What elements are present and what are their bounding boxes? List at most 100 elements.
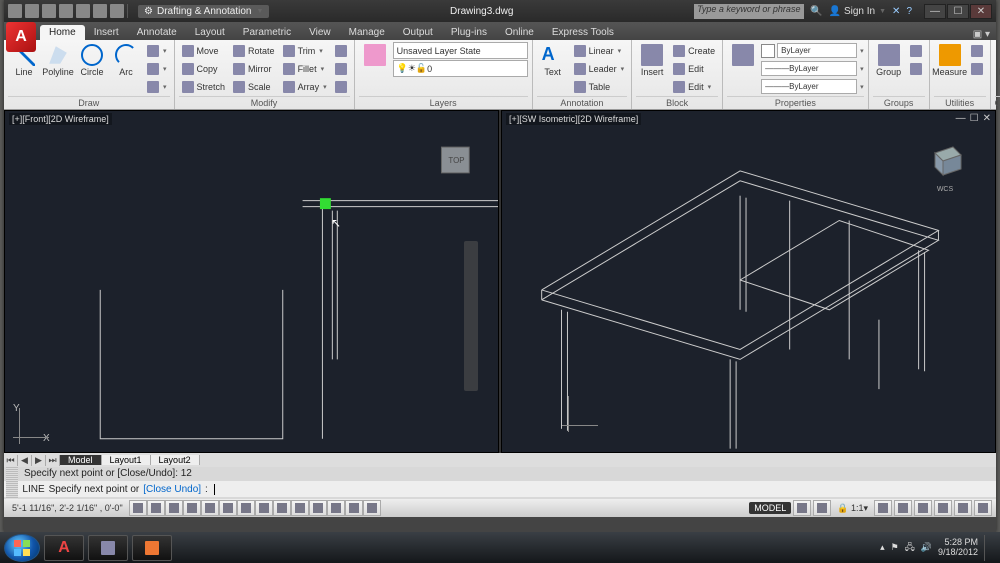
sb-r3[interactable]: [874, 500, 892, 516]
qat-redo-icon[interactable]: [110, 4, 124, 18]
app-menu-button[interactable]: A: [6, 22, 36, 52]
group-button[interactable]: Group: [873, 42, 905, 77]
sb-r5[interactable]: [914, 500, 932, 516]
insert-button[interactable]: Insert: [636, 42, 668, 77]
tpy-toggle[interactable]: [309, 500, 327, 516]
sb-r6[interactable]: [934, 500, 952, 516]
modify-misc3[interactable]: [332, 78, 350, 95]
tray-vol-icon[interactable]: 🔊: [921, 542, 932, 553]
polyline-button[interactable]: Polyline: [42, 42, 74, 77]
tab-home[interactable]: Home: [40, 25, 85, 40]
panel-draw-label[interactable]: Draw: [8, 96, 170, 109]
edit-block-button[interactable]: Edit: [670, 60, 718, 77]
exchange-icon[interactable]: ✕: [892, 6, 900, 17]
viewport-left[interactable]: [+][Front][2D Wireframe] TOP YX ↖: [4, 110, 499, 453]
qat-undo-icon[interactable]: [93, 4, 107, 18]
am-toggle[interactable]: [363, 500, 381, 516]
draw-misc3[interactable]: ▾: [144, 78, 170, 95]
scale-button[interactable]: Scale: [230, 78, 278, 95]
qat-plot-icon[interactable]: [76, 4, 90, 18]
otrack-toggle[interactable]: [237, 500, 255, 516]
group-misc2[interactable]: [907, 60, 925, 77]
match-prop-button[interactable]: [727, 42, 759, 66]
qat-save-icon[interactable]: [42, 4, 56, 18]
coordinates[interactable]: 5'-1 11/16", 2'-2 1/16" , 0'-0": [8, 503, 127, 513]
layout-tab-model[interactable]: Model: [60, 455, 102, 465]
tab-output[interactable]: Output: [394, 25, 442, 40]
lineweight-dropdown[interactable]: ——— ByLayer▾: [761, 60, 864, 77]
tab-insert[interactable]: Insert: [85, 25, 128, 40]
qp-toggle[interactable]: [327, 500, 345, 516]
sb-r2[interactable]: [813, 500, 831, 516]
linetype-dropdown[interactable]: ——— ByLayer▾: [761, 78, 864, 95]
sb-r7[interactable]: [954, 500, 972, 516]
minimize-button[interactable]: —: [924, 4, 946, 19]
tab-layout[interactable]: Layout: [186, 25, 234, 40]
array-button[interactable]: Array▾: [280, 78, 330, 95]
show-desktop-button[interactable]: [984, 535, 990, 561]
tab-manage[interactable]: Manage: [340, 25, 394, 40]
create-block-button[interactable]: Create: [670, 42, 718, 59]
tab-annotate[interactable]: Annotate: [128, 25, 186, 40]
qat-saveas-icon[interactable]: [59, 4, 73, 18]
layer-state-dropdown[interactable]: Unsaved Layer State: [393, 42, 528, 59]
task-autocad[interactable]: A: [44, 535, 84, 561]
util-misc2[interactable]: [968, 60, 986, 77]
move-button[interactable]: Move: [179, 42, 229, 59]
viewport-right[interactable]: [+][SW Isometric][2D Wireframe] — ☐ ✕: [501, 110, 996, 453]
cmd-grip-icon[interactable]: [6, 467, 18, 499]
paste-button[interactable]: Paste: [995, 42, 1000, 77]
util-misc1[interactable]: [968, 42, 986, 59]
tab-online[interactable]: Online: [496, 25, 543, 40]
leader-button[interactable]: Leader▾: [571, 60, 628, 77]
lwt-toggle[interactable]: [291, 500, 309, 516]
circle-button[interactable]: Circle: [76, 42, 108, 77]
polar-toggle[interactable]: [183, 500, 201, 516]
close-button[interactable]: ✕: [970, 4, 992, 19]
osnap3d-toggle[interactable]: [219, 500, 237, 516]
tab-view[interactable]: View: [300, 25, 340, 40]
panel-layers-label[interactable]: Layers: [359, 96, 528, 109]
panel-groups-label[interactable]: Groups: [873, 96, 925, 109]
task-app3[interactable]: [132, 535, 172, 561]
arc-button[interactable]: Arc: [110, 42, 142, 77]
snap-toggle[interactable]: [129, 500, 147, 516]
tab-express[interactable]: Express Tools: [543, 25, 623, 40]
search-icon[interactable]: 🔍: [810, 6, 822, 17]
ribbon-collapse-icon[interactable]: ▣ ▾: [967, 29, 996, 40]
panel-clipboard-label[interactable]: Clipboard: [995, 96, 1000, 109]
command-line[interactable]: ↙ LINE Specify next point or [Close Undo…: [4, 481, 996, 497]
text-button[interactable]: AText: [537, 42, 569, 77]
color-dropdown[interactable]: ByLayer▾: [761, 42, 864, 59]
sb-r8[interactable]: [974, 500, 992, 516]
tray-up-icon[interactable]: ▴: [880, 542, 885, 553]
draw-misc2[interactable]: ▾: [144, 60, 170, 77]
modify-misc1[interactable]: [332, 42, 350, 59]
linear-dim-button[interactable]: Linear▾: [571, 42, 628, 59]
tab-plugins[interactable]: Plug-ins: [442, 25, 496, 40]
fillet-button[interactable]: Fillet▾: [280, 60, 330, 77]
model-space-button[interactable]: MODEL: [749, 502, 791, 514]
tray-flag-icon[interactable]: ⚑: [891, 542, 899, 553]
clock[interactable]: 5:28 PM 9/18/2012: [938, 538, 978, 558]
stretch-button[interactable]: Stretch: [179, 78, 229, 95]
panel-properties-label[interactable]: Properties: [727, 96, 864, 109]
panel-utilities-label[interactable]: Utilities: [934, 96, 986, 109]
group-misc1[interactable]: [907, 42, 925, 59]
panel-modify-label[interactable]: Modify: [179, 96, 350, 109]
dyn-toggle[interactable]: [273, 500, 291, 516]
viewcube[interactable]: WCS: [925, 141, 965, 181]
osnap-toggle[interactable]: [201, 500, 219, 516]
search-input[interactable]: Type a keyword or phrase: [694, 4, 804, 19]
sb-r1[interactable]: [793, 500, 811, 516]
layout-tab-1[interactable]: Layout1: [102, 455, 151, 465]
tab-parametric[interactable]: Parametric: [234, 25, 300, 40]
modify-misc2[interactable]: [332, 60, 350, 77]
signin-button[interactable]: 👤 Sign In ▼: [829, 6, 887, 17]
sc-toggle[interactable]: [345, 500, 363, 516]
annoscale-button[interactable]: 🔒 1:1▾: [833, 503, 872, 514]
layout-nav[interactable]: ⏮◀▶⏭: [4, 455, 60, 466]
layout-tab-2[interactable]: Layout2: [151, 455, 200, 465]
ortho-toggle[interactable]: [165, 500, 183, 516]
ducs-toggle[interactable]: [255, 500, 273, 516]
